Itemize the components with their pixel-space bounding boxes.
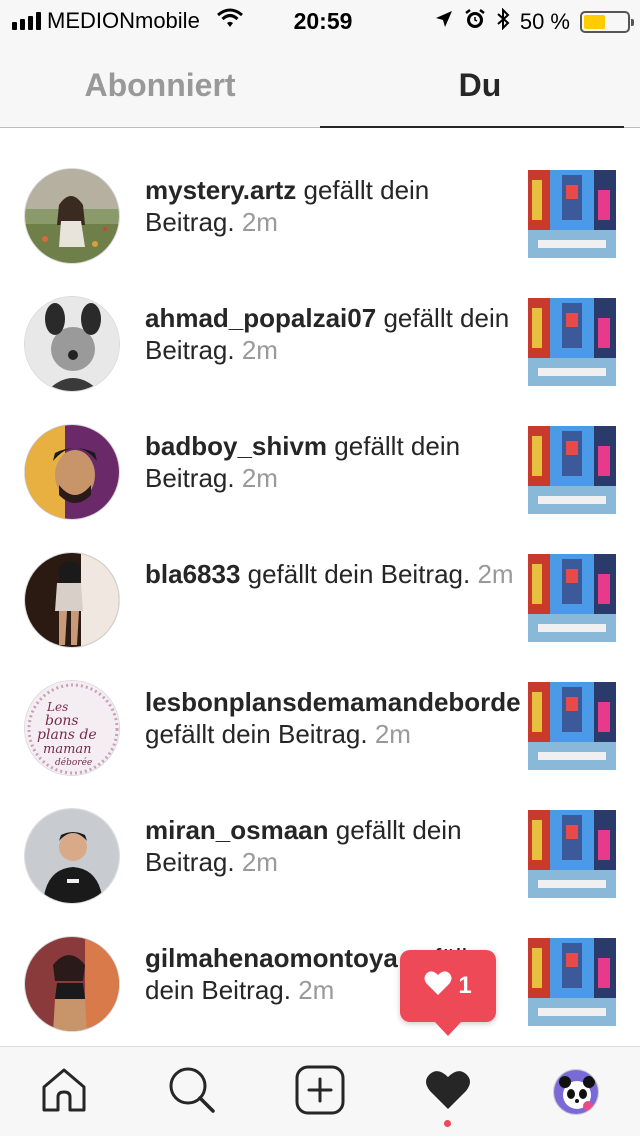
timestamp: 2m	[477, 559, 514, 589]
username[interactable]: miran_osmaan	[145, 815, 329, 845]
activity-text: bla6833 gefällt dein Beitrag. 2m	[145, 558, 515, 590]
activity-text: badboy_shivm gefällt dein Beitrag. 2m	[145, 430, 515, 494]
username[interactable]: gilmahenaomontoya	[145, 943, 398, 973]
timestamp: 2m	[241, 207, 278, 237]
activity-text: miran_osmaan gefällt dein Beitrag. 2m	[145, 814, 515, 878]
activity-notification-bubble[interactable]: 1	[400, 950, 496, 1036]
post-thumbnail[interactable]	[528, 426, 616, 514]
status-bar: MEDIONmobile 20:59 50 %	[0, 0, 640, 42]
battery-level	[584, 15, 605, 29]
add-post-icon	[295, 1065, 345, 1120]
action-text: gefällt dein Beitrag.	[145, 719, 368, 749]
nav-search[interactable]	[128, 1047, 256, 1136]
avatar[interactable]	[24, 296, 120, 392]
username[interactable]: mystery.artz	[145, 175, 296, 205]
avatar[interactable]	[24, 424, 120, 520]
post-thumbnail[interactable]	[528, 170, 616, 258]
timestamp: 2m	[374, 719, 411, 749]
activity-heart-icon	[425, 1069, 471, 1116]
activity-item[interactable]: gilmahenaomontoya gefällt dein Beitrag. …	[0, 936, 640, 1046]
avatar[interactable]	[24, 936, 120, 1032]
username[interactable]: ahmad_popalzai07	[145, 303, 376, 333]
action-text: gefällt dein Beitrag.	[247, 559, 471, 589]
post-thumbnail[interactable]	[528, 554, 616, 642]
battery-icon	[580, 11, 634, 33]
home-icon	[40, 1067, 88, 1118]
battery-percent: 50 %	[519, 9, 570, 34]
tab-you[interactable]: Du	[320, 42, 640, 128]
username[interactable]: lesbonplansdemamandeborde	[145, 687, 521, 717]
nav-home[interactable]	[0, 1047, 128, 1136]
timestamp: 2m	[241, 847, 278, 877]
username[interactable]: bla6833	[145, 559, 240, 589]
alarm-icon	[464, 8, 486, 36]
brand-logo: Les bons plans de maman déborée	[25, 681, 119, 775]
activity-text: mystery.artz gefällt dein Beitrag. 2m	[145, 174, 515, 238]
activity-item[interactable]: mystery.artz gefällt dein Beitrag. 2m	[0, 168, 640, 296]
profile-avatar	[553, 1069, 599, 1115]
activity-item[interactable]: Les bons plans de maman déborée lesbonpl…	[0, 680, 640, 808]
active-tab-dot	[444, 1120, 451, 1127]
svg-text:Les: Les	[46, 700, 68, 714]
avatar[interactable]	[24, 552, 120, 648]
activity-item[interactable]: bla6833 gefällt dein Beitrag. 2m	[0, 552, 640, 680]
avatar[interactable]: Les bons plans de maman déborée	[24, 680, 120, 776]
search-icon	[168, 1066, 216, 1119]
svg-text:plans de: plans de	[37, 727, 97, 743]
activity-item[interactable]: ahmad_popalzai07 gefällt dein Beitrag. 2…	[0, 296, 640, 424]
bluetooth-icon	[496, 7, 510, 36]
nav-new-post[interactable]	[256, 1047, 384, 1136]
activity-text: lesbonplansdemamandeborde gefällt dein B…	[145, 686, 521, 750]
activity-tabs: Abonniert Du	[0, 42, 640, 128]
post-thumbnail[interactable]	[528, 298, 616, 386]
bottom-nav	[0, 1046, 640, 1136]
svg-text:maman: maman	[43, 742, 92, 757]
username[interactable]: badboy_shivm	[145, 431, 327, 461]
notification-count: 1	[458, 972, 472, 999]
timestamp: 2m	[298, 975, 335, 1005]
activity-item[interactable]: miran_osmaan gefällt dein Beitrag. 2m	[0, 808, 640, 936]
post-thumbnail[interactable]	[528, 810, 616, 898]
avatar[interactable]	[24, 168, 120, 264]
timestamp: 2m	[241, 463, 278, 493]
tab-following[interactable]: Abonniert	[0, 42, 320, 128]
activity-text: ahmad_popalzai07 gefällt dein Beitrag. 2…	[145, 302, 515, 366]
post-thumbnail[interactable]	[528, 938, 616, 1026]
location-arrow-icon	[434, 9, 454, 35]
activity-list: mystery.artz gefällt dein Beitrag. 2m ah…	[0, 128, 640, 1046]
svg-text:déborée: déborée	[55, 757, 92, 768]
post-thumbnail[interactable]	[528, 682, 616, 770]
avatar[interactable]	[24, 808, 120, 904]
nav-profile[interactable]	[512, 1047, 640, 1136]
heart-icon	[424, 970, 452, 1003]
timestamp: 2m	[241, 335, 278, 365]
activity-item[interactable]: badboy_shivm gefällt dein Beitrag. 2m	[0, 424, 640, 552]
